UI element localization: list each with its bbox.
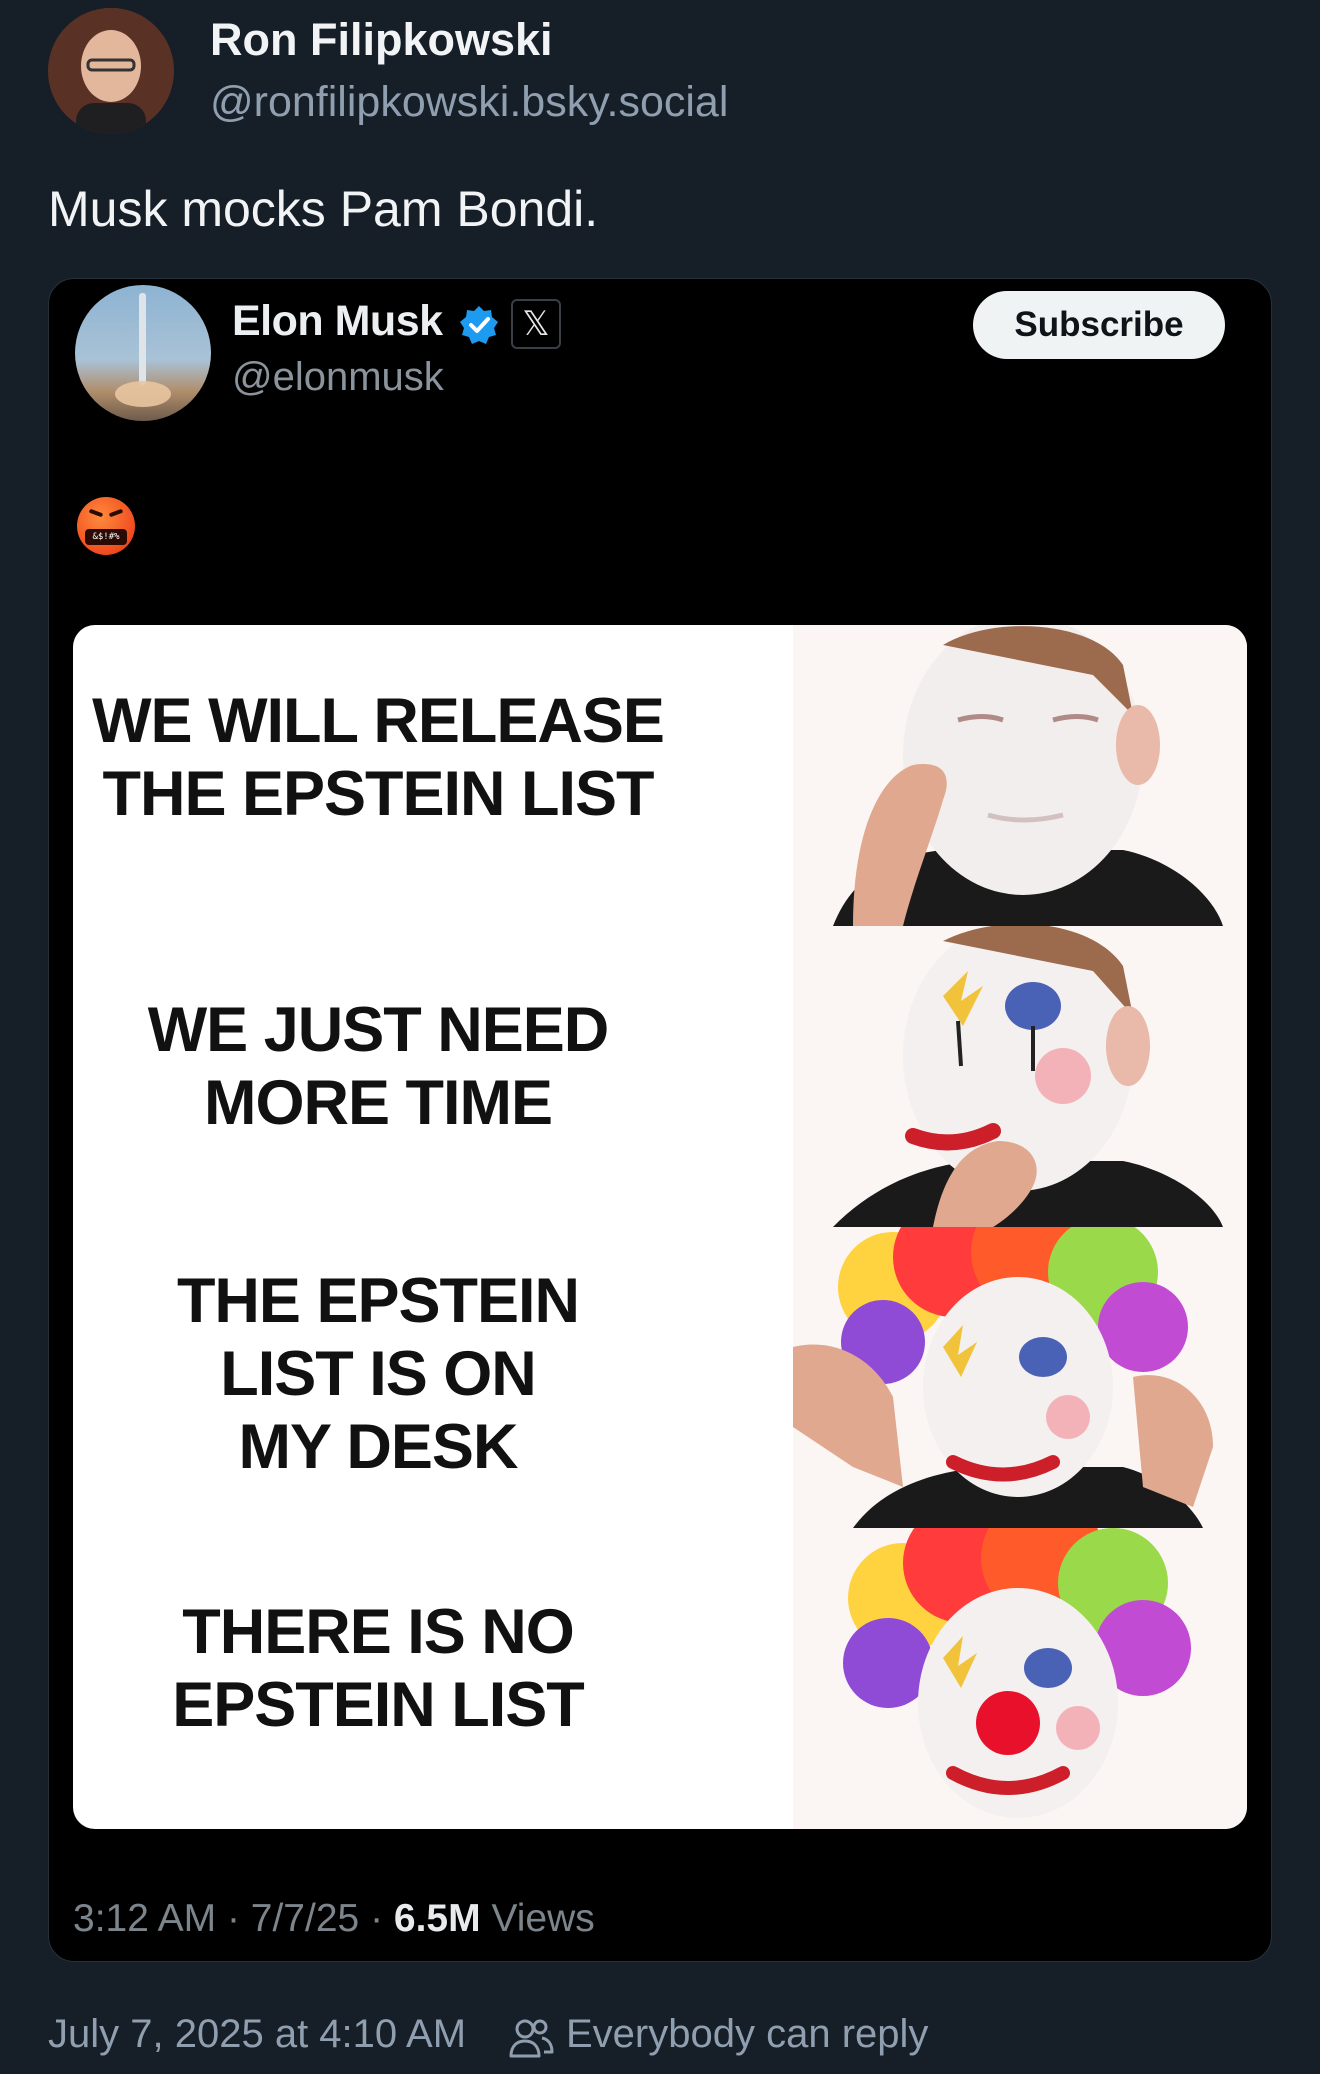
meme-caption-line: EPSTEIN LIST xyxy=(172,1670,585,1740)
meme-panel-4: THERE IS NO EPSTEIN LIST xyxy=(73,1528,1247,1829)
author-name[interactable]: Ron Filipkowski xyxy=(210,14,553,66)
meme-caption-line: THERE IS NO xyxy=(182,1597,575,1667)
meme-caption-2: WE JUST NEED MORE TIME xyxy=(73,994,683,1140)
clown-face-panel-4 xyxy=(793,1528,1247,1829)
post-text: Musk mocks Pam Bondi. xyxy=(48,181,599,237)
meme-caption-3: THE EPSTEIN LIST IS ON MY DESK xyxy=(73,1265,683,1484)
meme-caption-4: THERE IS NO EPSTEIN LIST xyxy=(73,1596,683,1742)
meme-caption-line: THE EPSTEIN xyxy=(176,1266,580,1336)
clown-face-panel-3 xyxy=(793,1227,1247,1528)
views-label: Views xyxy=(491,1897,595,1940)
author-handle[interactable]: @ronfilipkowski.bsky.social xyxy=(210,78,728,127)
meme-panel-3: THE EPSTEIN LIST IS ON MY DESK xyxy=(73,1227,1247,1528)
reply-setting[interactable]: Everybody can reply xyxy=(566,2012,928,2057)
meme-caption-line: MORE TIME xyxy=(204,1068,553,1138)
people-icon xyxy=(509,2019,554,2058)
embedded-avatar xyxy=(75,285,211,421)
meme-caption-line: WE WILL RELEASE xyxy=(92,686,665,756)
meme-caption-line: MY DESK xyxy=(238,1412,519,1482)
meme-caption-line: THE EPSTEIN LIST xyxy=(102,759,654,829)
meme-caption-line: LIST IS ON xyxy=(220,1339,537,1409)
verified-badge-icon xyxy=(460,306,498,344)
views-count: 6.5M xyxy=(393,1897,481,1940)
embedded-author-handle: @elonmusk xyxy=(232,355,444,399)
emoji-brow-left xyxy=(88,508,104,518)
author-avatar[interactable] xyxy=(48,8,174,134)
meta-separator: · xyxy=(370,1897,384,1940)
cursing-face-emoji-icon: &$!#% xyxy=(77,497,135,555)
meme-caption-line: WE JUST NEED xyxy=(147,995,610,1065)
embedded-meta: 3:12 AM · 7/7/25 · 6.5M Views xyxy=(73,1897,595,1941)
clown-face-panel-2 xyxy=(793,926,1247,1227)
meme-caption-1: WE WILL RELEASE THE EPSTEIN LIST xyxy=(73,685,683,831)
clown-meme-image: WE WILL RELEASE THE EPSTEIN LIST WE JUST… xyxy=(73,625,1247,1829)
rocket-exhaust xyxy=(115,381,171,407)
clown-face-panel-1 xyxy=(793,625,1247,926)
meta-separator: · xyxy=(226,1897,240,1940)
x-logo-icon: 𝕏 xyxy=(511,299,561,349)
post-timestamp[interactable]: July 7, 2025 at 4:10 AM xyxy=(48,2012,466,2057)
embedded-time: 3:12 AM xyxy=(73,1897,217,1940)
meme-panel-2: WE JUST NEED MORE TIME xyxy=(73,926,1247,1227)
post-screen: Ron Filipkowski @ronfilipkowski.bsky.soc… xyxy=(0,0,1320,2074)
embedded-author-name: Elon Musk xyxy=(232,297,443,345)
meme-panel-1: WE WILL RELEASE THE EPSTEIN LIST xyxy=(73,625,1247,926)
subscribe-button: Subscribe xyxy=(973,291,1225,359)
embedded-date: 7/7/25 xyxy=(250,1897,360,1940)
emoji-mouth-symbols: &$!#% xyxy=(85,529,127,545)
emoji-brow-right xyxy=(108,508,124,518)
rocket-icon xyxy=(139,293,146,385)
embedded-screenshot[interactable]: Elon Musk 𝕏 @elonmusk Subscribe &$!#% WE… xyxy=(48,278,1272,1962)
